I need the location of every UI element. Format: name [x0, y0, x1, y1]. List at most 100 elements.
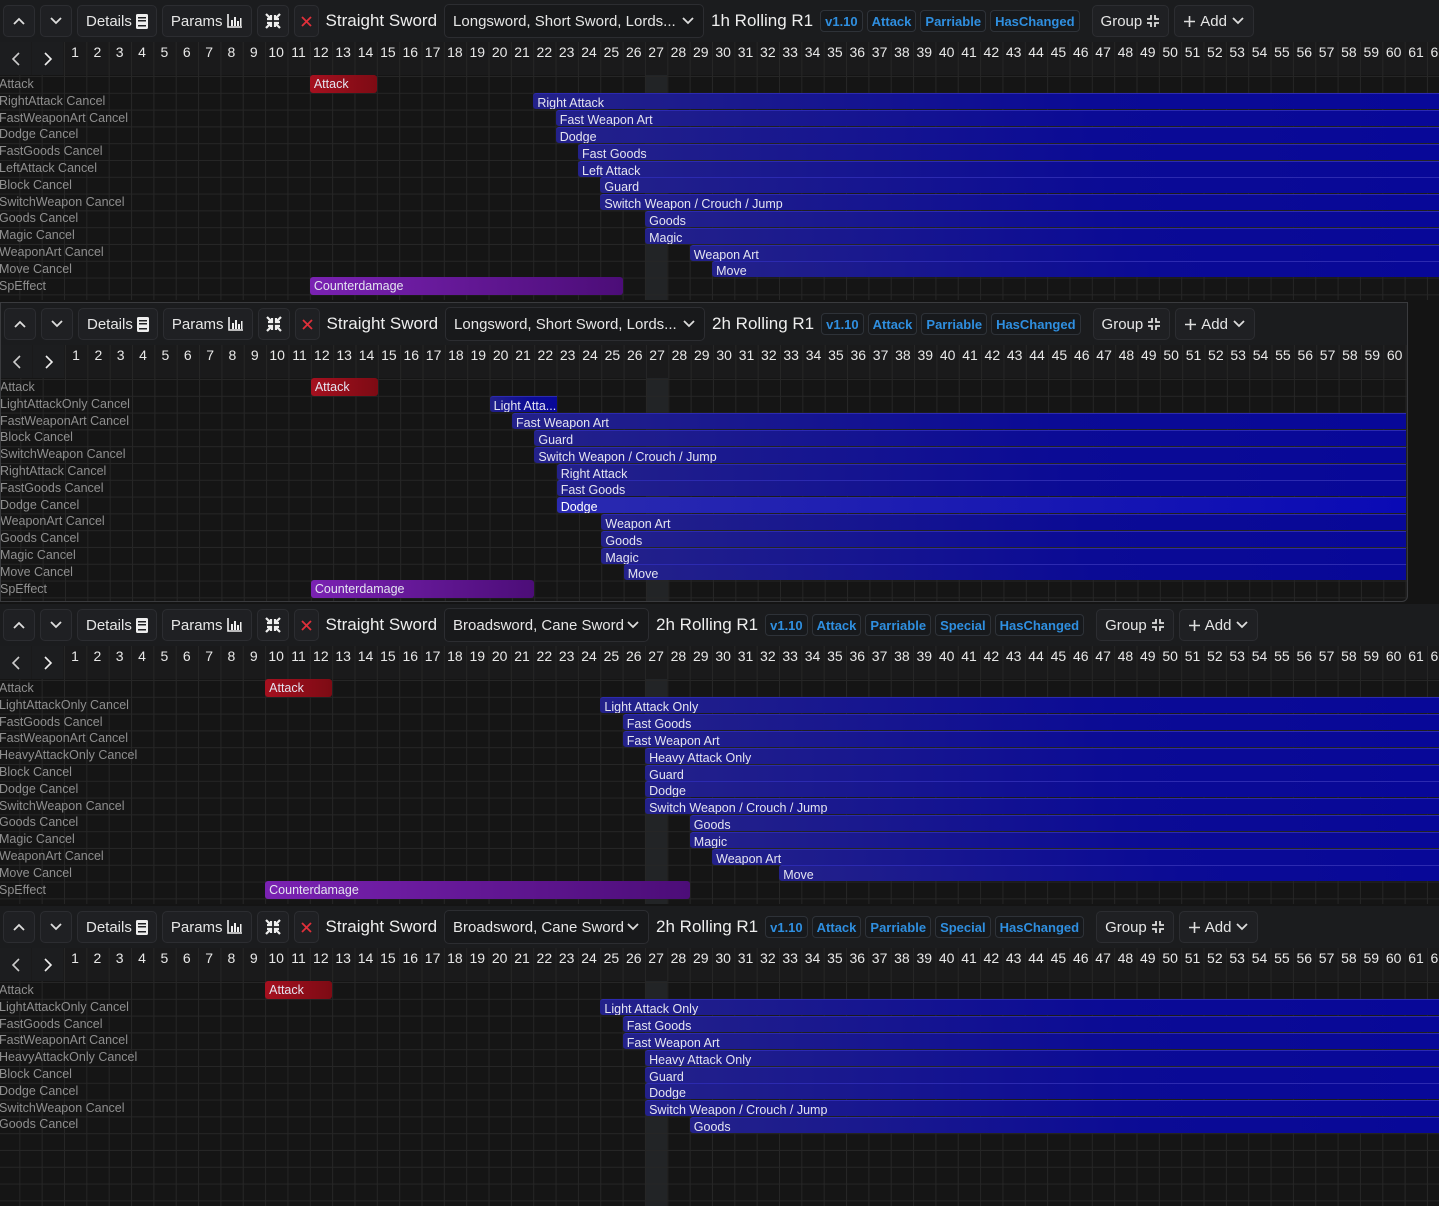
frame-number[interactable]: 55 [1271, 950, 1293, 966]
frame-number[interactable]: 49 [1137, 648, 1159, 664]
frame-number[interactable]: 29 [690, 648, 712, 664]
frame-number[interactable]: 37 [869, 44, 891, 60]
event-bar-cancel[interactable]: Switch Weapon / Crouch / Jump [600, 194, 1439, 211]
frame-number[interactable]: 56 [1293, 44, 1315, 60]
frame-number[interactable]: 27 [645, 44, 667, 60]
frame-number[interactable]: 17 [422, 648, 444, 664]
frame-number[interactable]: 16 [399, 648, 421, 664]
frame-number[interactable]: 12 [310, 648, 332, 664]
event-bar-cancel[interactable]: Guard [645, 764, 1439, 781]
frame-number[interactable]: 49 [1138, 347, 1160, 363]
tag-badge[interactable]: Attack [811, 614, 862, 636]
frame-number[interactable]: 33 [779, 648, 801, 664]
frame-number[interactable]: 39 [913, 44, 935, 60]
frame-number[interactable]: 38 [892, 347, 914, 363]
frame-number[interactable]: 60 [1384, 347, 1406, 363]
event-bar-cancel[interactable]: Magic [645, 227, 1439, 244]
event-bar-cancel[interactable]: Dodge [645, 781, 1439, 798]
frame-number[interactable]: 58 [1338, 950, 1360, 966]
frame-number[interactable]: 8 [220, 648, 242, 664]
frame-number[interactable]: 5 [153, 44, 175, 60]
frame-number[interactable]: 38 [891, 648, 913, 664]
frame-number[interactable]: 57 [1317, 347, 1339, 363]
frame-number[interactable]: 5 [153, 648, 175, 664]
frame-number[interactable]: 40 [936, 648, 958, 664]
frame-number[interactable]: 56 [1293, 950, 1315, 966]
event-bar-cancel[interactable]: Guard [534, 429, 1406, 446]
frame-number[interactable]: 24 [579, 347, 601, 363]
frame-number[interactable]: 40 [936, 950, 958, 966]
frame-number[interactable]: 50 [1160, 347, 1182, 363]
event-bar-cancel[interactable]: Light Attack Only [600, 999, 1439, 1016]
frame-number[interactable]: 8 [220, 44, 242, 60]
frame-number[interactable]: 56 [1293, 648, 1315, 664]
frame-number[interactable]: 34 [802, 44, 824, 60]
frame-number[interactable]: 59 [1360, 950, 1382, 966]
frame-number[interactable]: 47 [1092, 648, 1114, 664]
event-bar-cancel[interactable]: Magic [689, 831, 1439, 848]
event-bar-cancel[interactable]: Goods [601, 530, 1406, 547]
frame-number[interactable]: 2 [86, 950, 108, 966]
details-button[interactable]: Details [77, 609, 157, 641]
frame-number[interactable]: 55 [1272, 347, 1294, 363]
frame-number[interactable]: 35 [824, 950, 846, 966]
frame-number[interactable]: 15 [378, 347, 400, 363]
frame-number[interactable]: 11 [288, 950, 310, 966]
frame-number[interactable]: 61 [1405, 648, 1427, 664]
frame-number[interactable]: 29 [691, 347, 713, 363]
frame-number[interactable]: 39 [913, 648, 935, 664]
frame-number[interactable]: 62 [1427, 950, 1439, 966]
frame-number[interactable]: 53 [1226, 648, 1248, 664]
frame-number[interactable]: 30 [712, 44, 734, 60]
frame-number[interactable]: 1 [64, 950, 86, 966]
event-bar-cancel[interactable]: Fast Goods [578, 143, 1439, 160]
frame-number[interactable]: 37 [869, 648, 891, 664]
frame-number[interactable]: 36 [847, 347, 869, 363]
frame-number[interactable]: 42 [981, 347, 1003, 363]
details-button[interactable]: Details [78, 308, 158, 340]
frame-number[interactable]: 20 [490, 347, 512, 363]
frame-number[interactable]: 39 [913, 950, 935, 966]
event-bar-cancel[interactable]: Left Attack [578, 160, 1439, 177]
frame-number[interactable]: 34 [802, 950, 824, 966]
frame-number[interactable]: 5 [153, 950, 175, 966]
frame-number[interactable]: 29 [690, 950, 712, 966]
prev-frame-button[interactable] [0, 948, 31, 981]
frame-number[interactable]: 25 [600, 44, 622, 60]
frame-number[interactable]: 50 [1159, 648, 1181, 664]
frame-number[interactable]: 48 [1114, 648, 1136, 664]
frame-number[interactable]: 46 [1070, 44, 1092, 60]
frame-number[interactable]: 10 [265, 44, 287, 60]
frame-number[interactable]: 7 [199, 347, 221, 363]
frame-number[interactable]: 31 [735, 950, 757, 966]
frame-number[interactable]: 11 [288, 648, 310, 664]
tag-badge[interactable]: HasChanged [991, 313, 1081, 335]
params-button[interactable]: Params [162, 308, 253, 340]
frame-number[interactable]: 34 [802, 648, 824, 664]
frame-number[interactable]: 14 [356, 347, 378, 363]
frame-number[interactable]: 53 [1227, 347, 1249, 363]
frame-number[interactable]: 21 [511, 44, 533, 60]
frame-number[interactable]: 47 [1092, 950, 1114, 966]
frame-number[interactable]: 26 [623, 648, 645, 664]
weapons-dropdown[interactable]: Broadsword, Cane Sword [444, 910, 650, 944]
group-button[interactable]: Group [1096, 911, 1174, 943]
event-bar-cancel[interactable]: Switch Weapon / Crouch / Jump [645, 798, 1439, 815]
group-button[interactable]: Group [1096, 609, 1174, 641]
frame-number[interactable]: 23 [556, 648, 578, 664]
event-bar-speffect[interactable]: Counterdamage [309, 276, 623, 295]
frame-number[interactable]: 9 [243, 648, 265, 664]
frame-number[interactable]: 31 [736, 347, 758, 363]
event-bar-cancel[interactable]: Switch Weapon / Crouch / Jump [534, 446, 1406, 463]
frame-number[interactable]: 16 [399, 950, 421, 966]
next-frame-button[interactable] [32, 948, 63, 981]
frame-number[interactable]: 3 [110, 347, 132, 363]
frame-number[interactable]: 45 [1047, 44, 1069, 60]
event-bar-cancel[interactable]: Weapon Art [689, 244, 1439, 261]
frame-number[interactable]: 31 [735, 44, 757, 60]
frame-number[interactable]: 18 [444, 950, 466, 966]
event-bar-cancel[interactable]: Goods [645, 210, 1439, 227]
tag-badge[interactable]: Parriable [865, 916, 932, 938]
params-button[interactable]: Params [161, 5, 252, 37]
frame-number[interactable]: 15 [377, 950, 399, 966]
